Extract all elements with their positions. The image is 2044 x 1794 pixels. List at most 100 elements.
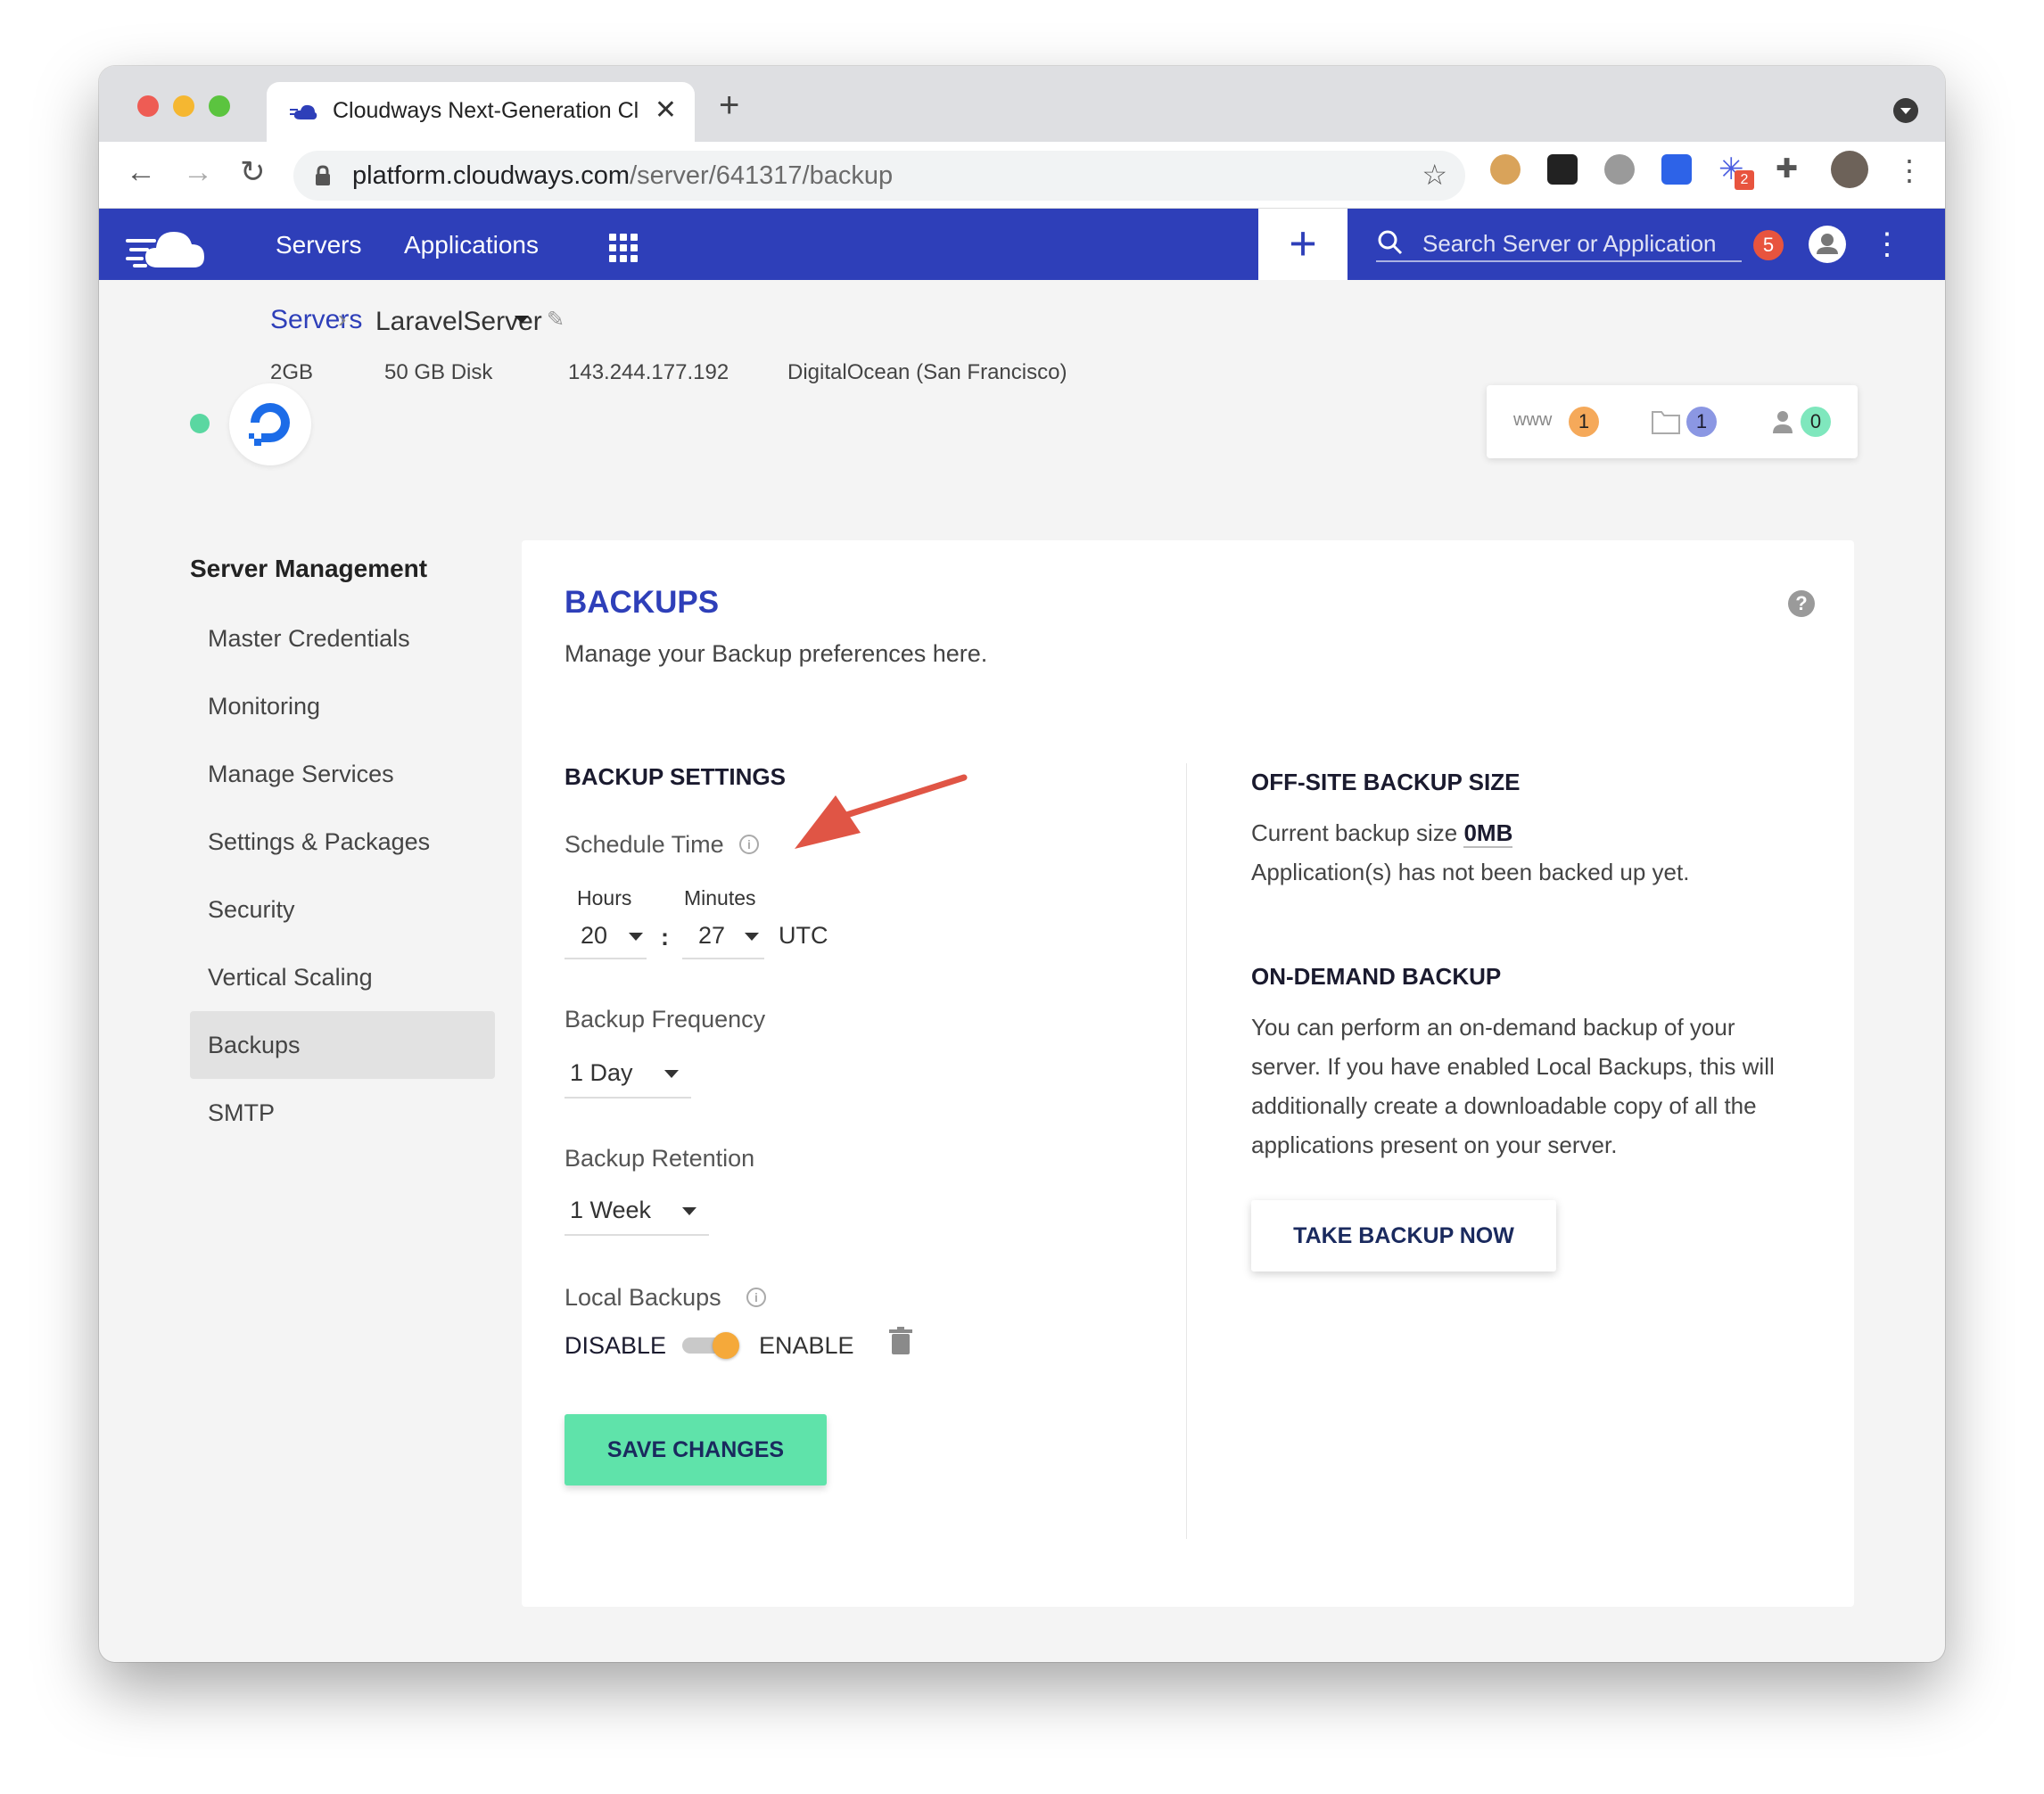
hours-select[interactable]: 20 (565, 913, 647, 959)
ondemand-line-1: You can perform an on-demand backup of y… (1251, 1014, 1735, 1041)
minutes-underline (682, 958, 764, 959)
back-icon[interactable]: ← (126, 154, 156, 190)
ondemand-line-2: server. If you have enabled Local Backup… (1251, 1053, 1775, 1080)
maximize-window-button[interactable] (209, 95, 230, 117)
ondemand-description: You can perform an on-demand backup of y… (1251, 1008, 1775, 1164)
schedule-info-icon[interactable]: i (739, 835, 759, 854)
apps-count-badge[interactable]: 1 (1569, 407, 1599, 437)
frequency-underline (565, 1097, 691, 1099)
ondemand-line-3: additionally create a downloadable copy … (1251, 1092, 1757, 1119)
url-text: platform.cloudways.com/server/641317/bac… (352, 161, 894, 190)
folder-icon (1652, 411, 1680, 434)
mail-extension-icon[interactable] (1547, 154, 1578, 185)
nav-applications[interactable]: Applications (404, 231, 539, 259)
sidebar-item-vertical-scaling[interactable]: Vertical Scaling (190, 943, 495, 1011)
backup-retention-select[interactable]: 1 Week (565, 1186, 709, 1236)
reload-icon[interactable]: ↻ (240, 154, 266, 190)
minutes-label: Minutes (684, 886, 756, 909)
backup-frequency-select[interactable]: 1 Day (565, 1049, 691, 1099)
spark-extension-icon[interactable]: ✳ 2 (1718, 154, 1754, 190)
local-backups-info-icon[interactable]: i (746, 1288, 766, 1307)
server-stats-panel: www 1 1 0 (1487, 385, 1858, 458)
save-changes-button[interactable]: SAVE CHANGES (565, 1414, 827, 1485)
search-placeholder: Search Server or Application (1422, 230, 1717, 257)
server-disk: 50 GB Disk (384, 360, 493, 384)
browser-tab[interactable]: Cloudways Next-Generation Cl ✕ (267, 82, 695, 142)
breadcrumb-separator-icon: › (338, 305, 347, 333)
app-menu-icon[interactable]: ⋮ (1872, 226, 1902, 262)
hours-value: 20 (581, 922, 608, 949)
minimize-window-button[interactable] (173, 95, 194, 117)
sidebar-item-security[interactable]: Security (190, 876, 495, 943)
ghost-extension-icon[interactable] (1604, 154, 1635, 185)
search-input[interactable]: Search Server or Application (1376, 226, 1742, 262)
hours-underline (565, 958, 647, 959)
app-header: Servers Applications + Search Server or … (99, 209, 1945, 280)
browser-menu-icon[interactable]: ⋮ (1895, 154, 1924, 186)
notification-badge[interactable]: 5 (1753, 230, 1784, 260)
sidebar-item-master-credentials[interactable]: Master Credentials (190, 605, 495, 672)
server-ip: 143.244.177.192 (568, 360, 729, 384)
help-icon[interactable]: ? (1788, 590, 1815, 617)
sidebar-item-monitoring[interactable]: Monitoring (190, 672, 495, 740)
backup-settings-title: BACKUP SETTINGS (565, 763, 786, 790)
tab-close-icon[interactable]: ✕ (655, 95, 677, 126)
lock-icon (316, 165, 330, 185)
offsite-backup-title: OFF-SITE BACKUP SIZE (1251, 769, 1521, 795)
server-provider: DigitalOcean (San Francisco) (787, 360, 1067, 384)
add-button[interactable]: + (1258, 209, 1348, 280)
cookie-extension-icon[interactable] (1490, 154, 1521, 185)
page-title: BACKUPS (565, 585, 720, 620)
extensions-puzzle-icon[interactable]: ✚ (1776, 154, 1806, 185)
search-icon (1378, 230, 1403, 255)
backup-retention-value: 1 Week (570, 1197, 652, 1223)
breadcrumb-servers[interactable]: Servers (270, 305, 362, 335)
toggle-knob (713, 1332, 739, 1359)
browser-window: Cloudways Next-Generation Cl ✕ + ← → ↻ p… (99, 66, 1945, 1662)
sidebar-item-manage-services[interactable]: Manage Services (190, 740, 495, 808)
current-backup-size: Current backup size 0MB (1251, 813, 1513, 852)
new-tab-button[interactable]: + (719, 87, 739, 123)
column-divider (1186, 763, 1187, 1539)
backup-frequency-value: 1 Day (570, 1059, 633, 1086)
trash-icon[interactable] (889, 1327, 912, 1355)
disable-label: DISABLE (565, 1332, 667, 1359)
address-bar[interactable]: platform.cloudways.com/server/641317/bac… (293, 151, 1465, 201)
digitalocean-icon (249, 403, 290, 446)
cloudways-favicon-icon (290, 104, 317, 119)
local-backups-label: Local Backups (565, 1284, 721, 1311)
cloudways-logo-icon[interactable] (126, 223, 206, 269)
take-backup-now-button[interactable]: TAKE BACKUP NOW (1251, 1200, 1556, 1271)
nav-servers[interactable]: Servers (276, 231, 361, 259)
minutes-select[interactable]: 27 (682, 913, 764, 959)
users-count-badge[interactable]: 0 (1801, 407, 1831, 437)
schedule-time-label: Schedule Time (565, 831, 724, 858)
page-subtitle: Manage your Backup preferences here. (565, 640, 988, 667)
enable-label: ENABLE (759, 1332, 854, 1359)
timezone-label: UTC (779, 922, 828, 949)
server-size: 2GB (270, 360, 314, 384)
browser-toolbar: ← → ↻ platform.cloudways.com/server/6413… (99, 142, 1945, 209)
time-separator: : (661, 924, 669, 950)
folders-count-badge[interactable]: 1 (1686, 407, 1717, 437)
forward-icon[interactable]: → (183, 154, 213, 190)
backups-card: BACKUPS ? Manage your Backup preferences… (522, 540, 1854, 1607)
users-icon (1773, 411, 1793, 433)
extension-badge: 2 (1735, 170, 1754, 190)
tab-search-icon[interactable] (1893, 98, 1918, 123)
digitalocean-logo (229, 383, 311, 465)
chart-extension-icon[interactable] (1661, 154, 1692, 185)
bookmark-star-icon[interactable]: ☆ (1422, 158, 1447, 192)
user-avatar[interactable] (1809, 226, 1846, 263)
sidebar-item-settings-packages[interactable]: Settings & Packages (190, 808, 495, 876)
minutes-value: 27 (698, 922, 726, 949)
edit-pencil-icon[interactable]: ✎ (547, 307, 565, 333)
sidebar-item-backups[interactable]: Backups (190, 1011, 495, 1079)
profile-avatar[interactable] (1831, 151, 1868, 188)
tab-title: Cloudways Next-Generation Cl (333, 98, 639, 123)
annotation-arrow-icon (795, 774, 968, 849)
apps-grid-icon[interactable] (609, 234, 638, 262)
sidebar-item-smtp[interactable]: SMTP (190, 1079, 495, 1147)
server-switch-chevron-down-icon[interactable] (515, 316, 529, 324)
close-window-button[interactable] (137, 95, 159, 117)
